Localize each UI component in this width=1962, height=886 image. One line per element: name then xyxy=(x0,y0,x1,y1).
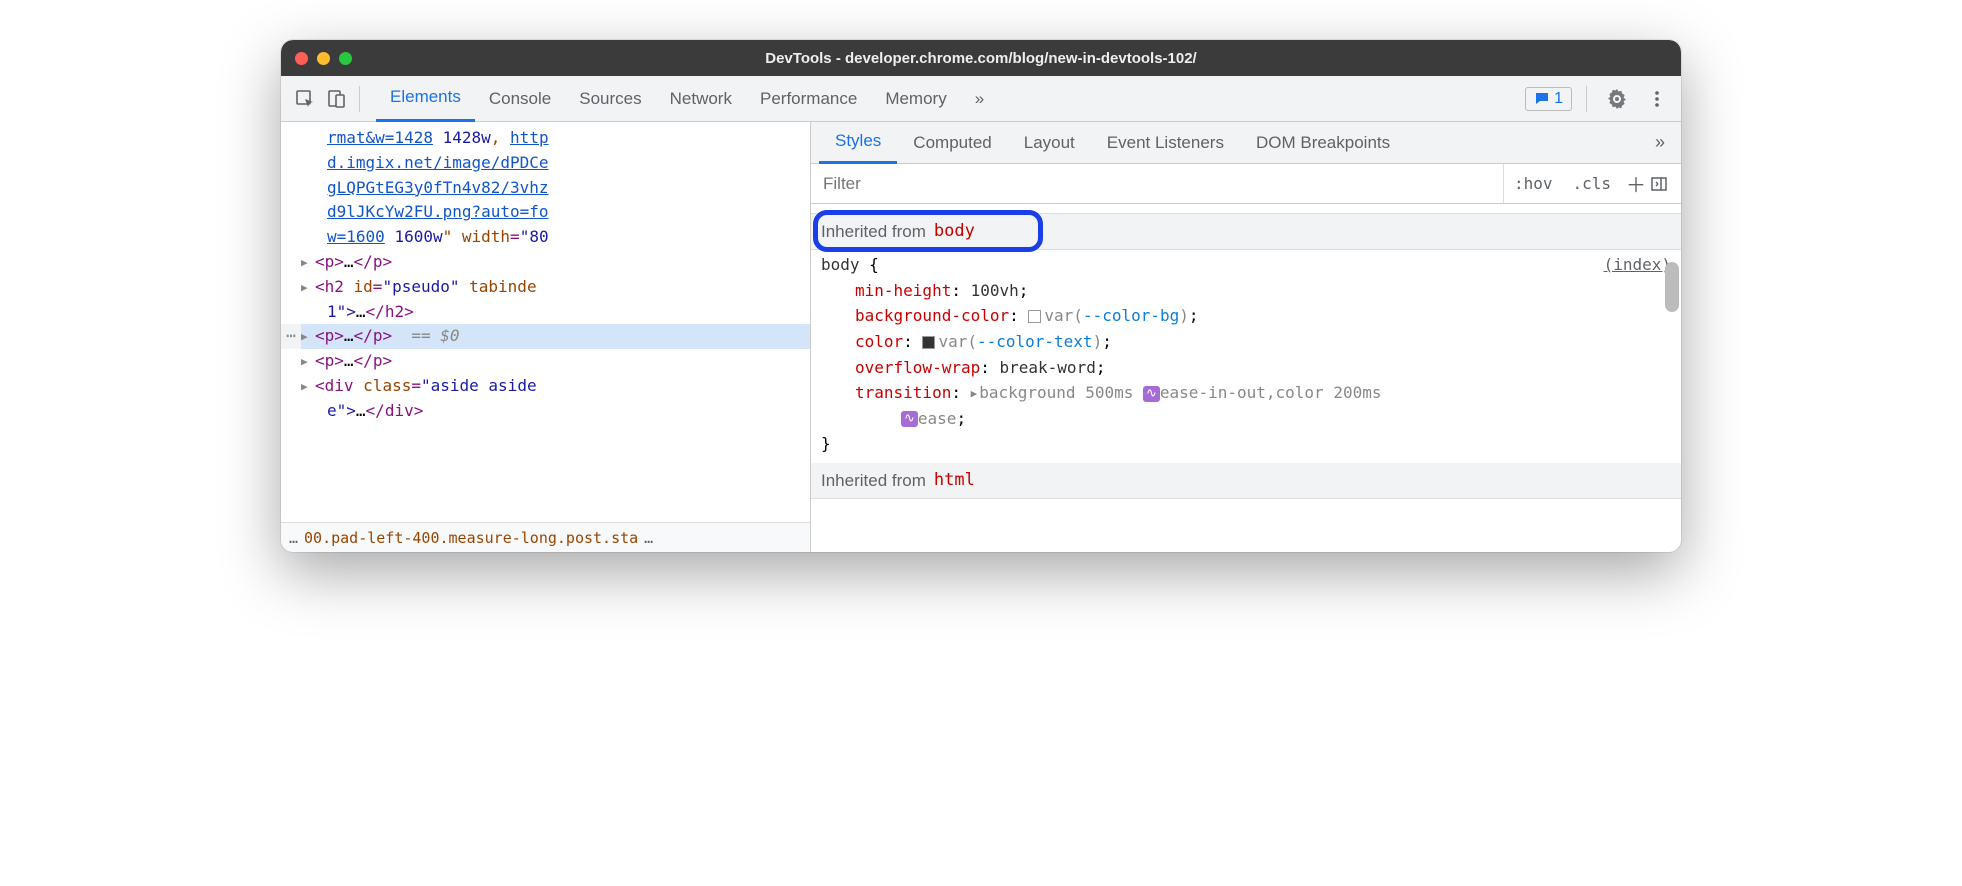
dom-node-selected[interactable]: ⋯ ▶ <p>…</p> == $0 xyxy=(281,324,810,349)
inspect-element-icon[interactable] xyxy=(289,83,321,115)
inherited-label: Inherited from xyxy=(821,467,926,494)
toolbar-divider xyxy=(359,86,360,112)
inherited-element[interactable]: html xyxy=(934,467,975,494)
dom-text-line[interactable]: w=1600 1600w" width="80 xyxy=(281,225,810,250)
new-rule-plus-icon[interactable]: ＋ xyxy=(1621,169,1651,198)
dom-node-p[interactable]: ▶ <p>…</p> xyxy=(281,250,810,275)
crumb-overflow-right[interactable]: … xyxy=(644,529,653,547)
inherited-from-row[interactable]: Inherited from html xyxy=(811,463,1681,499)
inherited-element[interactable]: body xyxy=(934,218,975,245)
easing-icon[interactable]: ∿ xyxy=(901,411,918,427)
toolbar-divider xyxy=(1586,86,1587,112)
settings-gear-icon[interactable] xyxy=(1601,83,1633,115)
issues-badge[interactable]: 1 xyxy=(1525,87,1572,111)
tab-event-listeners[interactable]: Event Listeners xyxy=(1091,122,1240,164)
easing-icon[interactable]: ∿ xyxy=(1143,386,1160,402)
chat-icon xyxy=(1534,91,1550,107)
styles-pane: Styles Computed Layout Event Listeners D… xyxy=(811,122,1681,552)
dom-text-line[interactable]: gLQPGtEG3y0fTn4v82/3vhz xyxy=(281,176,810,201)
css-property[interactable]: transition: ▶background 500ms ∿ease-in-o… xyxy=(821,380,1671,406)
css-property[interactable]: min-height: 100vh; xyxy=(821,278,1671,304)
expand-triangle-icon[interactable]: ▶ xyxy=(301,279,308,296)
content-area: rmat&w=1428 1428w, http d.imgix.net/imag… xyxy=(281,122,1681,552)
color-swatch-icon[interactable] xyxy=(922,336,935,349)
tab-dom-breakpoints[interactable]: DOM Breakpoints xyxy=(1240,122,1406,164)
tab-memory[interactable]: Memory xyxy=(871,76,960,122)
issues-count: 1 xyxy=(1554,90,1563,108)
tab-elements[interactable]: Elements xyxy=(376,76,475,122)
toolbar-right: 1 xyxy=(1525,83,1673,115)
tab-performance[interactable]: Performance xyxy=(746,76,871,122)
css-property[interactable]: background-color: var(--color-bg); xyxy=(821,303,1671,329)
source-link[interactable]: (index) xyxy=(1604,252,1671,278)
elements-pane: rmat&w=1428 1428w, http d.imgix.net/imag… xyxy=(281,122,811,552)
maximize-window-button[interactable] xyxy=(339,52,352,65)
expand-triangle-icon[interactable]: ▶ xyxy=(301,353,308,370)
sidebar-tabs: Styles Computed Layout Event Listeners D… xyxy=(811,122,1681,164)
dom-node-p[interactable]: ▶ <p>…</p> xyxy=(281,349,810,374)
expand-triangle-icon[interactable]: ▶ xyxy=(301,328,308,345)
tab-layout[interactable]: Layout xyxy=(1008,122,1091,164)
close-window-button[interactable] xyxy=(295,52,308,65)
expand-triangle-icon[interactable]: ▶ xyxy=(301,254,308,271)
device-toolbar-icon[interactable] xyxy=(321,83,353,115)
minimize-window-button[interactable] xyxy=(317,52,330,65)
css-selector[interactable]: body xyxy=(821,255,860,274)
breadcrumb[interactable]: … 00.pad-left-400.measure-long.post.sta … xyxy=(281,522,810,552)
main-toolbar: Elements Console Sources Network Perform… xyxy=(281,76,1681,122)
gutter-dots-icon[interactable]: ⋯ xyxy=(281,324,301,349)
dom-node-div-cont[interactable]: e">…</div> xyxy=(281,399,810,424)
rule-close: } xyxy=(821,431,1671,457)
hov-toggle[interactable]: :hov xyxy=(1504,174,1563,193)
dom-tree[interactable]: rmat&w=1428 1428w, http d.imgix.net/imag… xyxy=(281,122,810,522)
css-rule[interactable]: body { (index) min-height: 100vh; backgr… xyxy=(811,250,1681,459)
dom-text-line[interactable]: rmat&w=1428 1428w, http xyxy=(281,126,810,151)
tab-sources[interactable]: Sources xyxy=(565,76,655,122)
window-controls xyxy=(295,52,352,65)
cls-toggle[interactable]: .cls xyxy=(1562,174,1621,193)
css-property-cont[interactable]: ∿ease; xyxy=(821,406,1671,432)
css-property[interactable]: overflow-wrap: break-word; xyxy=(821,355,1671,381)
spacer xyxy=(811,204,1681,214)
dom-text-line[interactable]: d.imgix.net/image/dPDCe xyxy=(281,151,810,176)
panel-tabs: Elements Console Sources Network Perform… xyxy=(376,76,1525,122)
expand-triangle-icon[interactable]: ▶ xyxy=(971,385,978,403)
dom-text-line[interactable]: d9lJKcYw2FU.png?auto=fo xyxy=(281,200,810,225)
filter-input[interactable] xyxy=(811,164,1504,203)
scrollbar-thumb[interactable] xyxy=(1665,262,1679,312)
dom-node-h2[interactable]: ▶ <h2 id="pseudo" tabinde xyxy=(281,275,810,300)
styles-body: Inherited from body body { (index) min-h… xyxy=(811,204,1681,552)
dom-node-h2-cont[interactable]: 1">…</h2> xyxy=(281,300,810,325)
tabs-overflow[interactable]: » xyxy=(961,76,998,122)
tab-console[interactable]: Console xyxy=(475,76,565,122)
subtabs-overflow[interactable]: » xyxy=(1647,132,1673,153)
crumb-item[interactable]: 00.pad-left-400.measure-long.post.sta xyxy=(304,529,638,547)
crumb-overflow-left[interactable]: … xyxy=(289,529,298,547)
tab-computed[interactable]: Computed xyxy=(897,122,1007,164)
panel-toggle-icon[interactable] xyxy=(1651,176,1681,192)
inherited-from-row[interactable]: Inherited from body xyxy=(811,214,1681,250)
inherited-label: Inherited from xyxy=(821,218,926,245)
tab-network[interactable]: Network xyxy=(656,76,746,122)
expand-triangle-icon[interactable]: ▶ xyxy=(301,378,308,395)
titlebar: DevTools - developer.chrome.com/blog/new… xyxy=(281,40,1681,76)
kebab-menu-icon[interactable] xyxy=(1641,83,1673,115)
color-swatch-icon[interactable] xyxy=(1028,310,1041,323)
tab-styles[interactable]: Styles xyxy=(819,122,897,164)
css-property[interactable]: color: var(--color-text); xyxy=(821,329,1671,355)
dom-node-div[interactable]: ▶ <div class="aside aside xyxy=(281,374,810,399)
devtools-window: DevTools - developer.chrome.com/blog/new… xyxy=(281,40,1681,552)
styles-filter-bar: :hov .cls ＋ xyxy=(811,164,1681,204)
window-title: DevTools - developer.chrome.com/blog/new… xyxy=(281,50,1681,67)
